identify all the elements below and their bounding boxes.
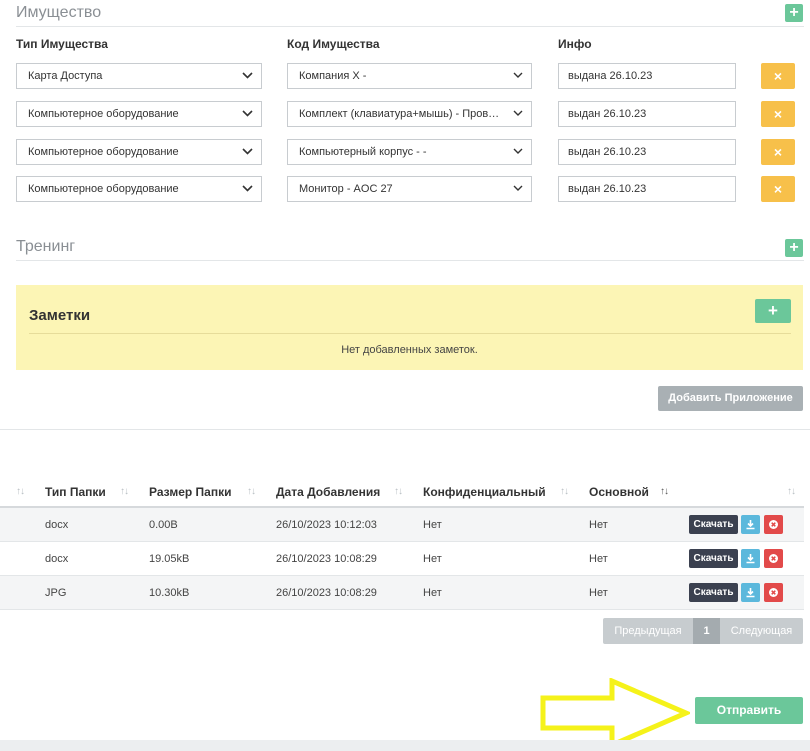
pagination-previous[interactable]: Предыдущая [603,618,693,644]
footer-bar [0,740,810,751]
property-info-input[interactable]: выдан 26.10.23 [558,176,736,202]
cell-folder-type: JPG [45,587,67,599]
property-type-value: Компьютерное оборудование [28,183,179,195]
sort-icon[interactable]: ↑↓ [787,486,796,497]
sort-icon[interactable]: ↑↓ [16,486,25,497]
cell-date-added: 26/10/2023 10:12:03 [276,519,377,531]
cell-folder-type: docx [45,519,69,531]
property-code-select[interactable]: Монитор - AOC 27 [287,176,532,202]
chevron-down-icon [242,177,253,192]
section-divider [0,429,810,430]
pagination-page[interactable]: 1 [693,618,720,644]
property-type-select[interactable]: Компьютерное оборудование [16,101,262,127]
add-note-button[interactable]: + [755,299,791,323]
chevron-down-icon [513,140,523,154]
arrow-right-icon [540,678,690,748]
cell-main: Нет [589,519,608,531]
download-icon[interactable] [741,549,760,568]
delete-icon[interactable] [764,515,783,534]
cell-date-added: 26/10/2023 10:08:29 [276,587,377,599]
notes-title: Заметки [29,307,91,324]
download-icon[interactable] [741,515,760,534]
sort-icon[interactable]: ↑↓ [394,486,403,497]
download-button[interactable]: Скачать [689,549,738,568]
remove-property-button[interactable]: × [761,101,795,127]
chevron-down-icon [513,64,523,78]
column-header-property-code: Код Имущества [287,37,380,51]
property-code-select[interactable]: Компьютерный корпус - - [287,139,532,165]
download-icon[interactable] [741,583,760,602]
chevron-down-icon [513,102,523,116]
add-training-button[interactable]: + [785,239,803,257]
chevron-down-icon [242,102,253,117]
cell-date-added: 26/10/2023 10:08:29 [276,553,377,565]
property-info-input[interactable]: выдан 26.10.23 [558,101,736,127]
table-row: docx 19.05kB 26/10/2023 10:08:29 Нет Нет… [0,542,804,576]
property-code-select[interactable]: Комплект (клавиатура+мышь) - Проводной - [287,101,532,127]
chevron-down-icon [513,177,523,191]
column-header-info: Инфо [558,37,592,51]
column-header-confidential[interactable]: Конфиденциальный [423,485,546,499]
cell-main: Нет [589,553,608,565]
notes-empty-message: Нет добавленных заметок. [341,344,478,356]
property-type-select[interactable]: Компьютерное оборудование [16,176,262,202]
cell-folder-size: 19.05kB [149,553,190,565]
sort-icon[interactable]: ↑↓ [660,486,669,497]
chevron-down-icon [242,140,253,155]
property-section-divider [16,26,804,27]
delete-icon[interactable] [764,583,783,602]
property-type-select[interactable]: Компьютерное оборудование [16,139,262,165]
property-code-value: Компания X - [299,70,367,82]
cell-folder-type: docx [45,553,69,565]
cell-folder-size: 10.30kB [149,587,190,599]
table-row: docx 0.00B 26/10/2023 10:12:03 Нет Нет С… [0,508,804,542]
notes-panel: Заметки + Нет добавленных заметок. [16,285,803,370]
cell-confidential: Нет [423,587,442,599]
cell-main: Нет [589,587,608,599]
table-row: JPG 10.30kB 26/10/2023 10:08:29 Нет Нет … [0,576,804,610]
property-info-input[interactable]: выдана 26.10.23 [558,63,736,89]
column-header-date-added[interactable]: Дата Добавления [276,485,380,499]
property-type-value: Компьютерное оборудование [28,146,179,158]
column-header-folder-type[interactable]: Тип Папки [45,485,106,499]
training-section-divider [16,260,804,261]
cell-confidential: Нет [423,553,442,565]
property-type-select[interactable]: Карта Доступа [16,63,262,89]
download-button[interactable]: Скачать [689,583,738,602]
add-attachment-button[interactable]: Добавить Приложение [658,386,803,411]
column-header-main[interactable]: Основной [589,485,649,499]
sort-icon[interactable]: ↑↓ [120,486,129,497]
remove-property-button[interactable]: × [761,176,795,202]
notes-divider [29,333,791,334]
column-header-folder-size[interactable]: Размер Папки [149,485,231,499]
property-code-value: Монитор - AOC 27 [299,183,393,195]
pagination-next[interactable]: Следующая [720,618,803,644]
submit-button[interactable]: Отправить [695,697,803,724]
add-property-button[interactable]: + [785,4,803,22]
chevron-down-icon [242,64,253,79]
remove-property-button[interactable]: × [761,139,795,165]
sort-icon[interactable]: ↑↓ [560,486,569,497]
remove-property-button[interactable]: × [761,63,795,89]
property-code-value: Компьютерный корпус - - [299,146,427,158]
property-code-select[interactable]: Компания X - [287,63,532,89]
download-button[interactable]: Скачать [689,515,738,534]
property-section-title: Имущество [16,4,102,21]
cell-folder-size: 0.00B [149,519,178,531]
cell-confidential: Нет [423,519,442,531]
training-section-title: Тренинг [16,238,76,255]
property-type-value: Карта Доступа [28,70,103,82]
sort-icon[interactable]: ↑↓ [247,486,256,497]
property-info-input[interactable]: выдан 26.10.23 [558,139,736,165]
delete-icon[interactable] [764,549,783,568]
property-code-value: Комплект (клавиатура+мышь) - Проводной - [299,108,526,120]
property-type-value: Компьютерное оборудование [28,108,179,120]
column-header-property-type: Тип Имущества [16,37,108,51]
